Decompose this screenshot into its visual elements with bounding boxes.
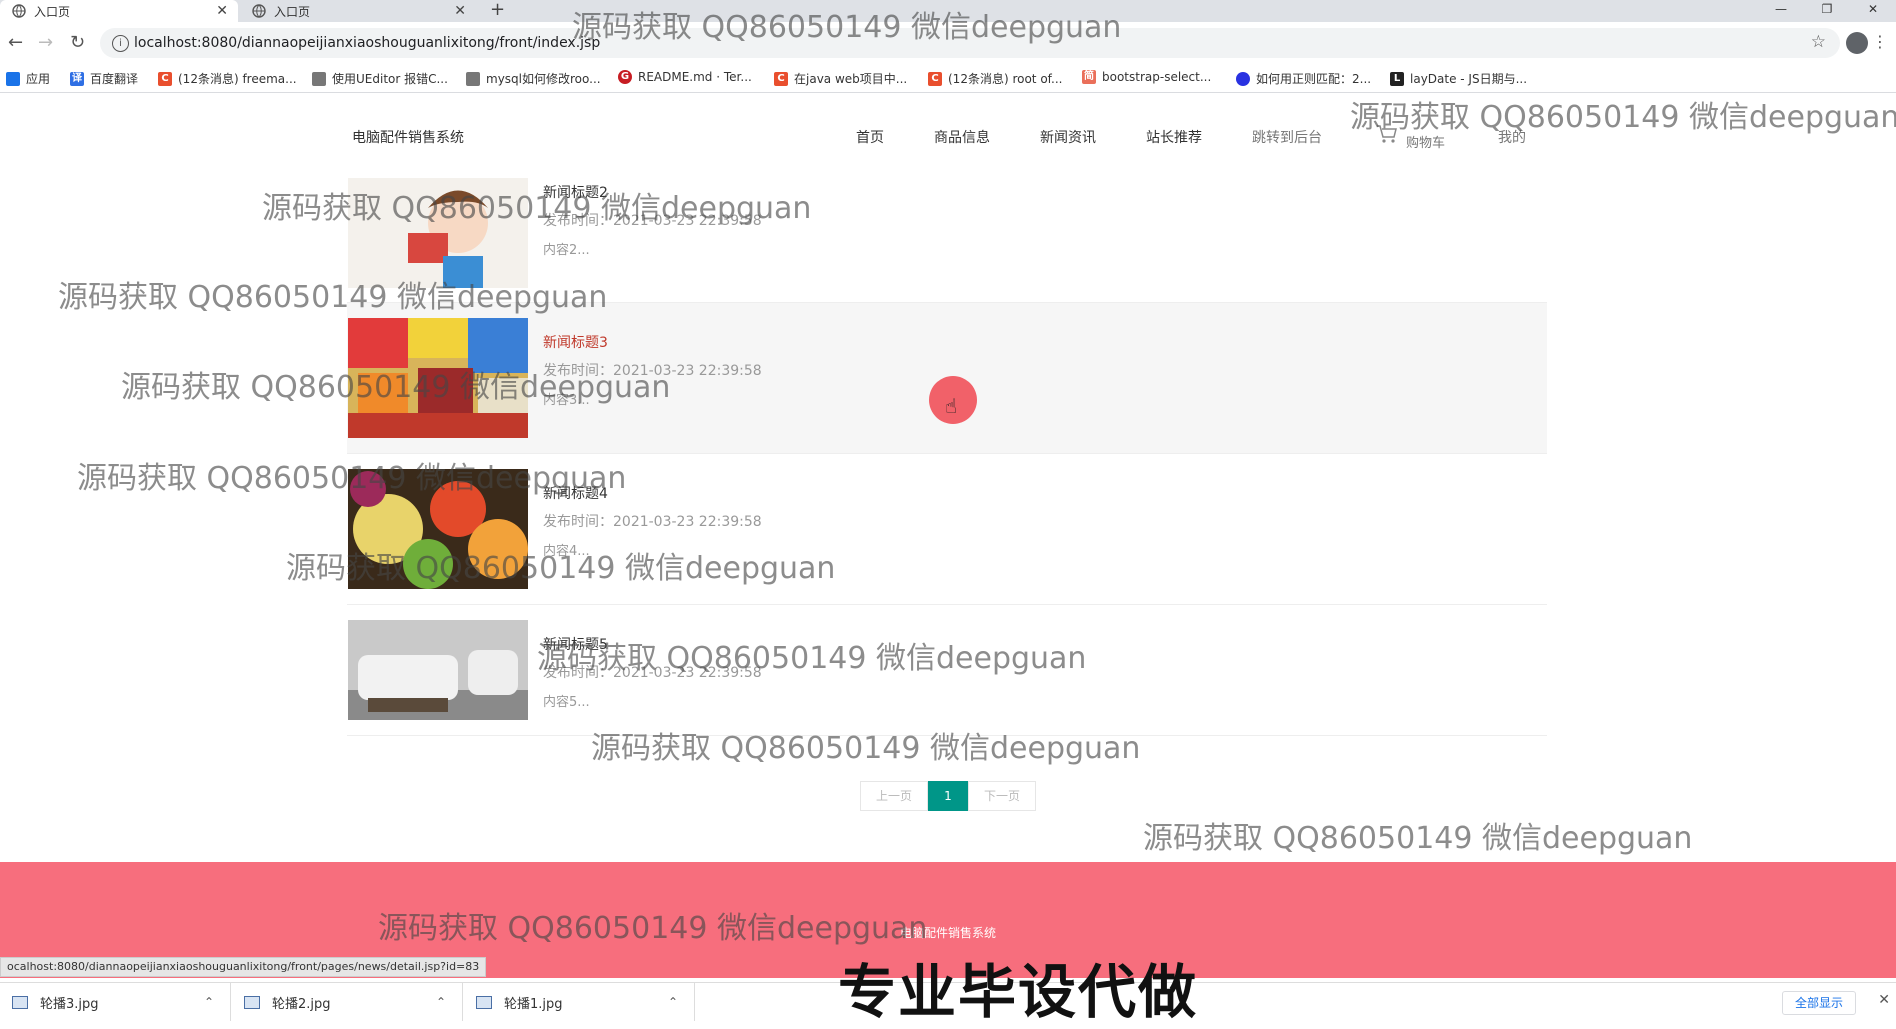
next-page-button[interactable]: 下一页 [968, 781, 1036, 811]
image-file-icon [476, 995, 492, 1009]
bookmarks-bar: 应用 译百度翻译 C (12条消息) freema... 使用UEditor 报错… [0, 64, 1896, 93]
bookmark-item[interactable]: C 在java web项目中... [774, 70, 907, 87]
bookmark-item[interactable]: 如何用正则匹配：2... [1236, 70, 1371, 87]
nav-recommend[interactable]: 站长推荐 [1146, 127, 1202, 147]
tab-inactive[interactable]: 入口页 ✕ [240, 0, 476, 22]
watermark-text: 源码获取 QQ86050149 微信deepguan [121, 370, 671, 405]
news-time: 发布时间：2021-03-23 22:39:58 [543, 514, 762, 530]
news-brief: 内容2... [543, 243, 590, 258]
watermark-text: 源码获取 QQ86050149 微信deepguan [1143, 821, 1693, 856]
baidu-translate-icon: 译 [70, 71, 84, 86]
nav-products[interactable]: 商品信息 [934, 127, 990, 147]
tab-close-icon[interactable]: ✕ [454, 3, 466, 19]
tab-label: 入口页 [34, 4, 71, 19]
bookmark-item[interactable]: LlayDate - JS日期与... [1390, 70, 1527, 87]
csdn-icon: C [928, 71, 942, 86]
footer-title: 电脑配件销售系统 [899, 926, 996, 940]
reload-icon[interactable]: ↻ [70, 32, 85, 53]
globe-icon [252, 4, 266, 18]
bookmark-item[interactable]: C (12条消息) root of... [928, 70, 1062, 87]
tab-close-icon[interactable]: ✕ [216, 3, 228, 19]
download-item[interactable]: 轮播1.jpg ⌃ [464, 983, 695, 1021]
watermark-text: 源码获取 QQ86050149 微信deepguan [537, 641, 1087, 676]
watermark-text: 源码获取 QQ86050149 微信deepguan [591, 731, 1141, 766]
nav-backend[interactable]: 跳转到后台 [1252, 127, 1322, 147]
chevron-up-icon[interactable]: ⌃ [668, 995, 678, 1009]
chevron-up-icon[interactable]: ⌃ [204, 995, 214, 1009]
news-title[interactable]: 新闻标题3 [543, 332, 608, 352]
forward-arrow-icon[interactable]: → [38, 32, 53, 53]
bookmark-star-icon[interactable]: ☆ [1811, 32, 1826, 52]
nav-news[interactable]: 新闻资讯 [1040, 127, 1096, 147]
tab-label: 入口页 [274, 4, 311, 19]
tab-active[interactable]: 入口页 ✕ [0, 0, 238, 22]
jianshu-icon: 简 [1082, 70, 1096, 84]
watermark-text: 源码获取 QQ86050149 微信deepguan [572, 10, 1122, 45]
close-window-button[interactable]: ✕ [1850, 0, 1896, 18]
watermark-text: 源码获取 QQ86050149 微信deepguan [58, 280, 608, 315]
site-logo-title[interactable]: 电脑配件销售系统 [352, 127, 464, 147]
site-info-icon[interactable]: i [112, 35, 129, 52]
bookmark-item[interactable]: C (12条消息) freema... [158, 70, 297, 87]
nav-home[interactable]: 首页 [856, 127, 884, 147]
image-file-icon [12, 995, 28, 1009]
bird-icon [466, 71, 480, 86]
csdn-icon: C [158, 71, 172, 86]
bookmark-item[interactable]: 简 bootstrap-select... [1082, 70, 1211, 84]
image-file-icon [244, 995, 260, 1009]
hand-cursor-icon: ☝ [945, 394, 958, 418]
pagination: 上一页 1 下一页 [860, 781, 1036, 811]
window-controls: — ❐ ✕ [1758, 0, 1896, 18]
watermark-text: 源码获取 QQ86050149 微信deepguan [77, 461, 627, 496]
csdn-icon: C [774, 71, 788, 86]
download-item[interactable]: 轮播2.jpg ⌃ [232, 983, 463, 1021]
profile-avatar-icon[interactable] [1846, 32, 1868, 54]
prev-page-button[interactable]: 上一页 [860, 781, 928, 811]
bird-icon [312, 71, 326, 86]
url-text: localhost:8080/diannaopeijianxiaoshougua… [134, 35, 601, 51]
bookmark-item[interactable]: G README.md · Ter... [618, 70, 752, 84]
promo-banner-text: 专业毕设代做 [838, 958, 1199, 1026]
gitee-icon: G [618, 70, 632, 84]
news-thumbnail [348, 620, 528, 720]
watermark-text: 源码获取 QQ86050149 微信deepguan [378, 911, 928, 946]
new-tab-button[interactable]: + [490, 0, 505, 20]
page-number-button[interactable]: 1 [928, 781, 968, 811]
download-item[interactable]: 轮播3.jpg ⌃ [0, 983, 231, 1021]
bookmark-item[interactable]: 译百度翻译 [70, 70, 138, 87]
globe-icon [12, 4, 26, 18]
news-brief: 内容5... [543, 695, 590, 710]
show-all-downloads-button[interactable]: 全部显示 [1781, 991, 1856, 1015]
bookmark-apps[interactable]: 应用 [6, 70, 50, 87]
back-arrow-icon[interactable]: ← [8, 32, 23, 53]
close-downloads-icon[interactable]: ✕ [1878, 992, 1890, 1008]
watermark-text: 源码获取 QQ86050149 微信deepguan [262, 191, 812, 226]
restore-button[interactable]: ❐ [1804, 0, 1850, 18]
status-bar-url: ocalhost:8080/diannaopeijianxiaoshouguan… [0, 957, 487, 977]
menu-kebab-icon[interactable]: ⋮ [1872, 32, 1888, 51]
baidu-paw-icon [1236, 71, 1250, 86]
chevron-up-icon[interactable]: ⌃ [436, 995, 446, 1009]
watermark-text: 源码获取 QQ86050149 微信deepguan [286, 551, 836, 586]
layui-icon: L [1390, 71, 1404, 86]
minimize-button[interactable]: — [1758, 0, 1804, 18]
watermark-text: 源码获取 QQ86050149 微信deepguan [1350, 100, 1896, 135]
apps-grid-icon [6, 71, 20, 86]
bookmark-item[interactable]: 使用UEditor 报错C... [312, 70, 448, 87]
bookmark-item[interactable]: mysql如何修改roo... [466, 70, 601, 87]
